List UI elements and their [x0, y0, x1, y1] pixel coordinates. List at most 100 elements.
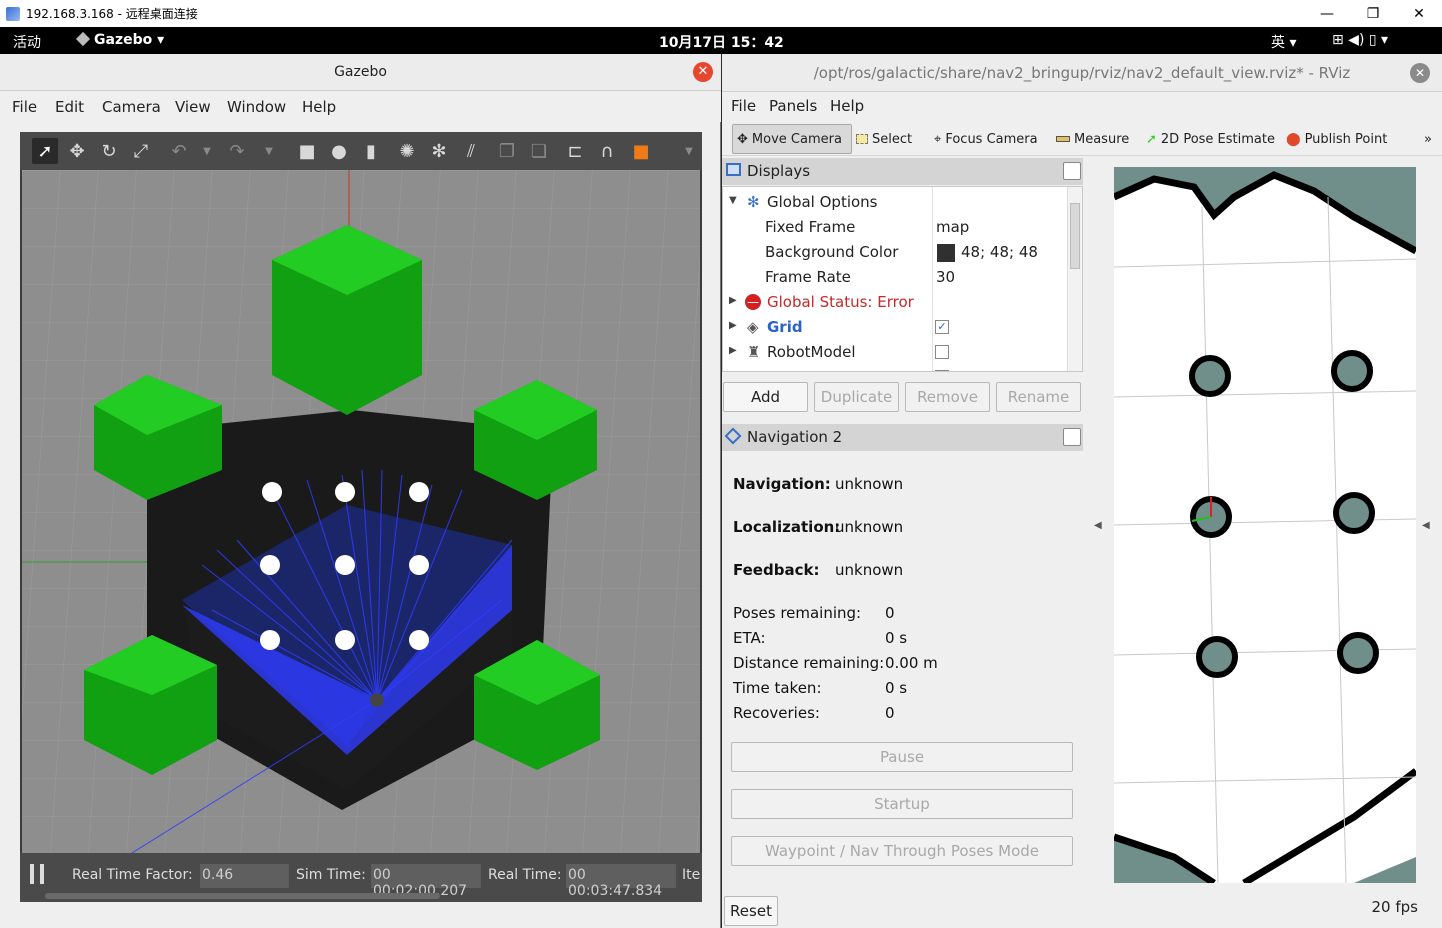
tree-row-tf[interactable]: TF ✓	[723, 365, 1068, 371]
navigation2-panel: Navigation 2 Navigation: unknown Localiz…	[722, 424, 1083, 866]
move-camera-label: Move Camera	[751, 131, 842, 147]
gazebo-status-bar: Real Time Factor: 0.46 Sim Time: 00 00:0…	[20, 853, 702, 902]
rviz-menu-help[interactable]: Help	[830, 97, 864, 115]
global-options-label: Global Options	[767, 193, 878, 211]
gazebo-3d-viewport[interactable]	[22, 170, 700, 853]
directional-light-icon[interactable]: ⫽	[458, 138, 484, 164]
reset-button[interactable]: Reset	[724, 896, 778, 926]
rename-button[interactable]: Rename	[996, 382, 1081, 412]
undo-dropdown-icon[interactable]: ▼	[194, 138, 220, 164]
navigation2-title: Navigation 2	[747, 428, 843, 446]
pose-estimate-tool[interactable]: ➚ 2D Pose Estimate	[1142, 124, 1279, 154]
localization-value: unknown	[835, 518, 904, 536]
clock[interactable]: 10月17日 15：42	[659, 32, 784, 52]
collapse-arrow-icon[interactable]: ▼	[729, 195, 737, 206]
close-button[interactable]: ✕	[1396, 0, 1442, 27]
spot-light-icon[interactable]: ✻	[426, 138, 452, 164]
rviz-3d-view[interactable]	[1114, 167, 1416, 883]
rdp-title-bar: 192.168.3.168 - 远程桌面连接 — ❐ ✕	[0, 0, 1442, 27]
focus-camera-tool[interactable]: ⌖ Focus Camera	[930, 124, 1042, 154]
gazebo-menu-window[interactable]: Window	[227, 98, 286, 116]
gazebo-menu-file[interactable]: File	[12, 98, 37, 116]
right-dock-collapse-icon[interactable]: ◀	[1422, 520, 1430, 531]
select-arrow-icon[interactable]: ➚	[32, 138, 58, 164]
gazebo-close-icon[interactable]: ✕	[693, 62, 713, 82]
measure-icon	[1056, 136, 1070, 142]
select-tool[interactable]: Select	[852, 124, 916, 154]
tree-row-robot-model[interactable]: ▶ ♜ RobotModel	[723, 340, 1068, 365]
publish-point-tool[interactable]: ⬤ Publish Point	[1282, 124, 1391, 154]
pause-icon[interactable]	[30, 864, 44, 884]
rotate-icon[interactable]: ↻	[96, 138, 122, 164]
add-button[interactable]: Add	[723, 382, 808, 412]
toolbar-more-icon[interactable]: »	[1420, 124, 1436, 154]
select-icon	[856, 134, 868, 144]
scale-icon[interactable]: ⤢	[128, 138, 154, 164]
rviz-close-icon[interactable]: ✕	[1410, 63, 1430, 83]
paste-icon[interactable]: ❏	[526, 138, 552, 164]
frame-rate-value[interactable]: 30	[936, 268, 955, 286]
snap-magnet-icon[interactable]: ∩	[594, 138, 620, 164]
tree-row-background-color[interactable]: Background Color 48; 48; 48	[723, 240, 1068, 265]
system-tray[interactable]: ⊞ ◀) ▯ ▾	[1332, 32, 1388, 48]
gazebo-menu-edit[interactable]: Edit	[55, 98, 84, 116]
tree-row-global-options[interactable]: ▼ ✻ Global Options	[723, 190, 1068, 215]
feedback-label: Feedback:	[733, 561, 820, 579]
pause-button[interactable]: Pause	[731, 742, 1073, 772]
tf-checkbox[interactable]: ✓	[935, 370, 949, 371]
horizontal-scrollbar[interactable]	[45, 893, 440, 899]
change-view-icon[interactable]: ■	[628, 138, 654, 164]
duplicate-button[interactable]: Duplicate	[814, 382, 899, 412]
color-swatch[interactable]	[937, 244, 955, 262]
remove-button[interactable]: Remove	[905, 382, 990, 412]
redo-icon[interactable]: ↷	[224, 138, 250, 164]
view-dropdown-icon[interactable]: ▼	[676, 138, 702, 164]
nav2-icon	[724, 427, 742, 445]
tree-row-frame-rate[interactable]: Frame Rate 30	[723, 265, 1068, 290]
fixed-frame-value[interactable]: map	[936, 218, 969, 236]
expand-arrow-icon[interactable]: ▶	[729, 345, 737, 356]
rtf-value: 0.46	[200, 864, 289, 888]
sphere-shape-icon[interactable]: ●	[326, 138, 352, 164]
cylinder-shape-icon[interactable]: ▮	[358, 138, 384, 164]
tree-row-global-status[interactable]: ▶ — Global Status: Error	[723, 290, 1068, 315]
navigation2-float-checkbox[interactable]	[1063, 428, 1081, 446]
startup-button[interactable]: Startup	[731, 789, 1073, 819]
waypoint-mode-button[interactable]: Waypoint / Nav Through Poses Mode	[731, 836, 1073, 866]
splitter-collapse-icon[interactable]: ◀	[1094, 520, 1102, 531]
gazebo-menu-help[interactable]: Help	[302, 98, 336, 116]
gazebo-menu-view[interactable]: View	[175, 98, 211, 116]
eta-value: 0 s	[885, 629, 908, 647]
undo-icon[interactable]: ↶	[166, 138, 192, 164]
grid-checkbox[interactable]: ✓	[935, 320, 949, 334]
rviz-menu-panels[interactable]: Panels	[769, 97, 817, 115]
gazebo-menu-camera[interactable]: Camera	[102, 98, 161, 116]
expand-arrow-icon[interactable]: ▶	[729, 295, 737, 306]
displays-float-checkbox[interactable]	[1063, 162, 1081, 180]
point-light-icon[interactable]: ✺	[394, 138, 420, 164]
app-menu[interactable]: Gazebo ▾	[75, 31, 164, 48]
expand-arrow-icon[interactable]: ▶	[729, 320, 737, 331]
restore-button[interactable]: ❐	[1350, 0, 1396, 27]
robot-model-checkbox[interactable]	[935, 345, 949, 359]
displays-vertical-scrollbar[interactable]	[1067, 187, 1082, 371]
align-icon[interactable]: ⊏	[562, 138, 588, 164]
activities-button[interactable]: 活动	[13, 32, 41, 52]
tree-row-grid[interactable]: ▶ ◈ Grid ✓	[723, 315, 1068, 340]
gazebo-window: Gazebo ✕ File Edit Camera View Window He…	[0, 54, 721, 928]
rviz-toolbar: ✥ Move Camera Select ⌖ Focus Camera Measur…	[722, 120, 1442, 156]
tree-row-fixed-frame[interactable]: Fixed Frame map	[723, 215, 1068, 240]
rviz-menubar: File Panels Help	[722, 92, 1442, 120]
copy-icon[interactable]: ❐	[494, 138, 520, 164]
background-color-value[interactable]: 48; 48; 48	[961, 243, 1038, 261]
rviz-menu-file[interactable]: File	[731, 97, 756, 115]
robot-model-label: RobotModel	[767, 343, 856, 361]
input-method-menu[interactable]: 英 ▾	[1271, 32, 1296, 52]
box-shape-icon[interactable]: ■	[294, 138, 320, 164]
scrollbar-thumb[interactable]	[1070, 203, 1080, 269]
redo-dropdown-icon[interactable]: ▼	[256, 138, 282, 164]
minimize-button[interactable]: —	[1304, 0, 1350, 27]
translate-icon[interactable]: ✥	[64, 138, 90, 164]
move-camera-tool[interactable]: ✥ Move Camera	[732, 124, 852, 154]
measure-tool[interactable]: Measure	[1052, 124, 1133, 154]
